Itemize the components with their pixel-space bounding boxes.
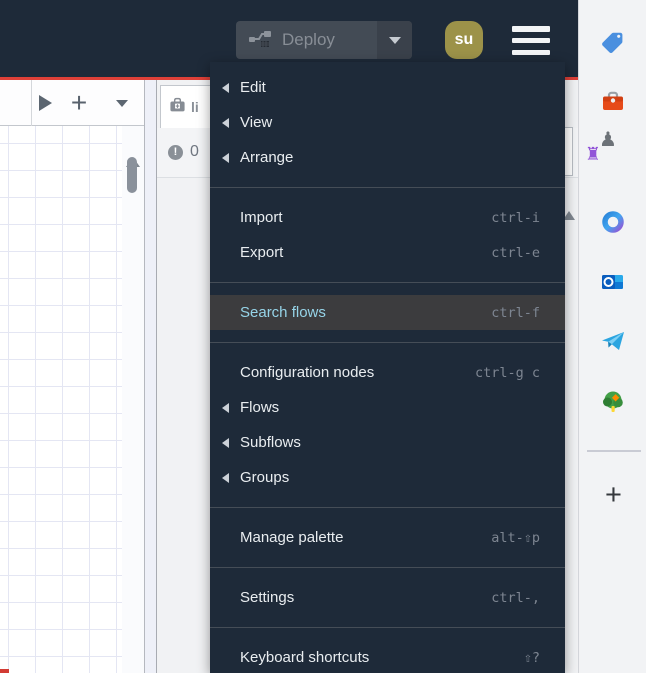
deploy-options-button[interactable] — [377, 21, 412, 59]
toolbox-icon — [603, 91, 623, 110]
menu-separator — [210, 627, 565, 628]
red-edge-fragment — [0, 669, 9, 673]
price-tag-tab[interactable] — [600, 29, 626, 55]
menu-item-label: Export — [240, 244, 284, 261]
submenu-arrow-icon — [210, 403, 240, 413]
tree-tab[interactable] — [600, 389, 626, 415]
deploy-label: Deploy — [282, 30, 335, 49]
submenu-arrow-icon — [210, 153, 240, 163]
menu-item-configuration-nodes[interactable]: Configuration nodes ctrl-g c — [210, 355, 565, 390]
add-flow-button[interactable]: + — [66, 80, 92, 126]
loop-icon — [602, 211, 624, 233]
scrollbar-thumb[interactable] — [127, 157, 137, 193]
flow-list-button[interactable] — [110, 80, 134, 126]
plus-icon: + — [70, 87, 88, 118]
menu-item-label: Keyboard shortcuts — [240, 649, 370, 666]
menu-item-shortcut: ctrl-e — [491, 244, 540, 261]
exclamation-icon: ! — [168, 144, 183, 160]
menu-item-settings[interactable]: Settings ctrl-, — [210, 580, 565, 615]
menu-item-shortcut: ctrl-, — [491, 589, 540, 606]
submenu-arrow-icon — [210, 118, 240, 128]
menu-separator — [210, 342, 565, 343]
menu-item-edit[interactable]: Edit — [210, 70, 565, 105]
issue-count: 0 — [190, 143, 199, 160]
menu-item-label: Groups — [240, 469, 290, 486]
toolbar-divider — [31, 80, 32, 126]
panel-splitter[interactable] — [144, 80, 157, 673]
menu-item-label: Arrange — [240, 149, 294, 166]
menu-item-label: Search flows — [240, 304, 326, 321]
main-menu: Edit View Arrange Import ctrl-i Export ctrl-e S… — [210, 62, 565, 673]
deploy-button[interactable]: Deploy — [236, 21, 412, 59]
menu-item-export[interactable]: Export ctrl-e — [210, 235, 565, 270]
menu-item-label: View — [240, 114, 273, 131]
menu-item-keyboard-shortcuts[interactable]: Keyboard shortcuts ⇧? — [210, 640, 565, 673]
sidebar-tab-lint[interactable]: li — [160, 85, 215, 128]
menu-item-label: Configuration nodes — [240, 364, 375, 381]
toolbox-tab[interactable] — [600, 89, 626, 115]
menu-item-flows[interactable]: Flows — [210, 390, 565, 425]
chevron-down-icon — [388, 36, 401, 44]
user-avatar[interactable]: su — [445, 21, 483, 59]
tree-icon — [603, 391, 623, 412]
menu-item-search-flows[interactable]: Search flows ctrl-f — [210, 295, 565, 330]
menu-item-subflows[interactable]: Subflows — [210, 425, 565, 460]
menu-item-shortcut: ctrl-g c — [474, 364, 540, 381]
loop-tab[interactable] — [600, 209, 626, 235]
submenu-arrow-icon — [210, 473, 240, 483]
menu-item-shortcut: ctrl-f — [491, 304, 540, 321]
hamburger-icon — [512, 26, 550, 32]
scroll-up-button[interactable] — [126, 140, 140, 167]
submenu-arrow-icon — [210, 83, 240, 93]
scroll-tabs-right-button[interactable] — [34, 80, 56, 126]
menu-item-label: Manage palette — [240, 529, 344, 546]
menu-item-shortcut: ⇧? — [523, 649, 540, 666]
menu-separator — [210, 187, 565, 188]
workspace-toolbar: + — [0, 80, 146, 126]
flow-canvas[interactable] — [0, 126, 122, 673]
first-aid-kit-icon — [169, 97, 186, 118]
telegram-tab[interactable] — [600, 328, 626, 354]
sidebar-tab-label: li — [191, 99, 199, 115]
browser-tab-strip: + ♟ ♜ — [578, 0, 646, 673]
menu-item-shortcut: ctrl-i — [491, 209, 540, 226]
canvas-scrollbar — [122, 126, 144, 673]
menu-item-view[interactable]: View — [210, 105, 565, 140]
tag-icon — [602, 32, 623, 53]
menu-item-manage-palette[interactable]: Manage palette alt-⇧p — [210, 520, 565, 555]
chess-tab[interactable]: ♟ ♜ — [585, 127, 626, 174]
menu-item-label: Subflows — [240, 434, 301, 451]
menu-item-import[interactable]: Import ctrl-i — [210, 200, 565, 235]
menu-item-shortcut: alt-⇧p — [491, 529, 540, 546]
menu-item-label: Edit — [240, 79, 266, 96]
tab-strip-divider — [587, 450, 641, 452]
telegram-icon — [602, 332, 624, 350]
new-tab-button[interactable]: + — [600, 481, 627, 510]
menu-separator — [210, 567, 565, 568]
submenu-arrow-icon — [210, 438, 240, 448]
main-menu-button[interactable] — [512, 26, 550, 55]
outlook-icon — [602, 275, 623, 289]
menu-separator — [210, 282, 565, 283]
menu-item-groups[interactable]: Groups — [210, 460, 565, 495]
outlook-tab[interactable] — [600, 269, 626, 295]
chevron-down-icon — [116, 99, 128, 107]
menu-item-label: Settings — [240, 589, 295, 606]
menu-item-label: Import — [240, 209, 283, 226]
issue-counter: ! 0 — [168, 143, 199, 161]
menu-item-arrange[interactable]: Arrange — [210, 140, 565, 175]
deploy-icon — [248, 27, 272, 54]
menu-item-label: Flows — [240, 399, 280, 416]
menu-separator — [210, 507, 565, 508]
triangle-right-icon — [38, 95, 52, 111]
